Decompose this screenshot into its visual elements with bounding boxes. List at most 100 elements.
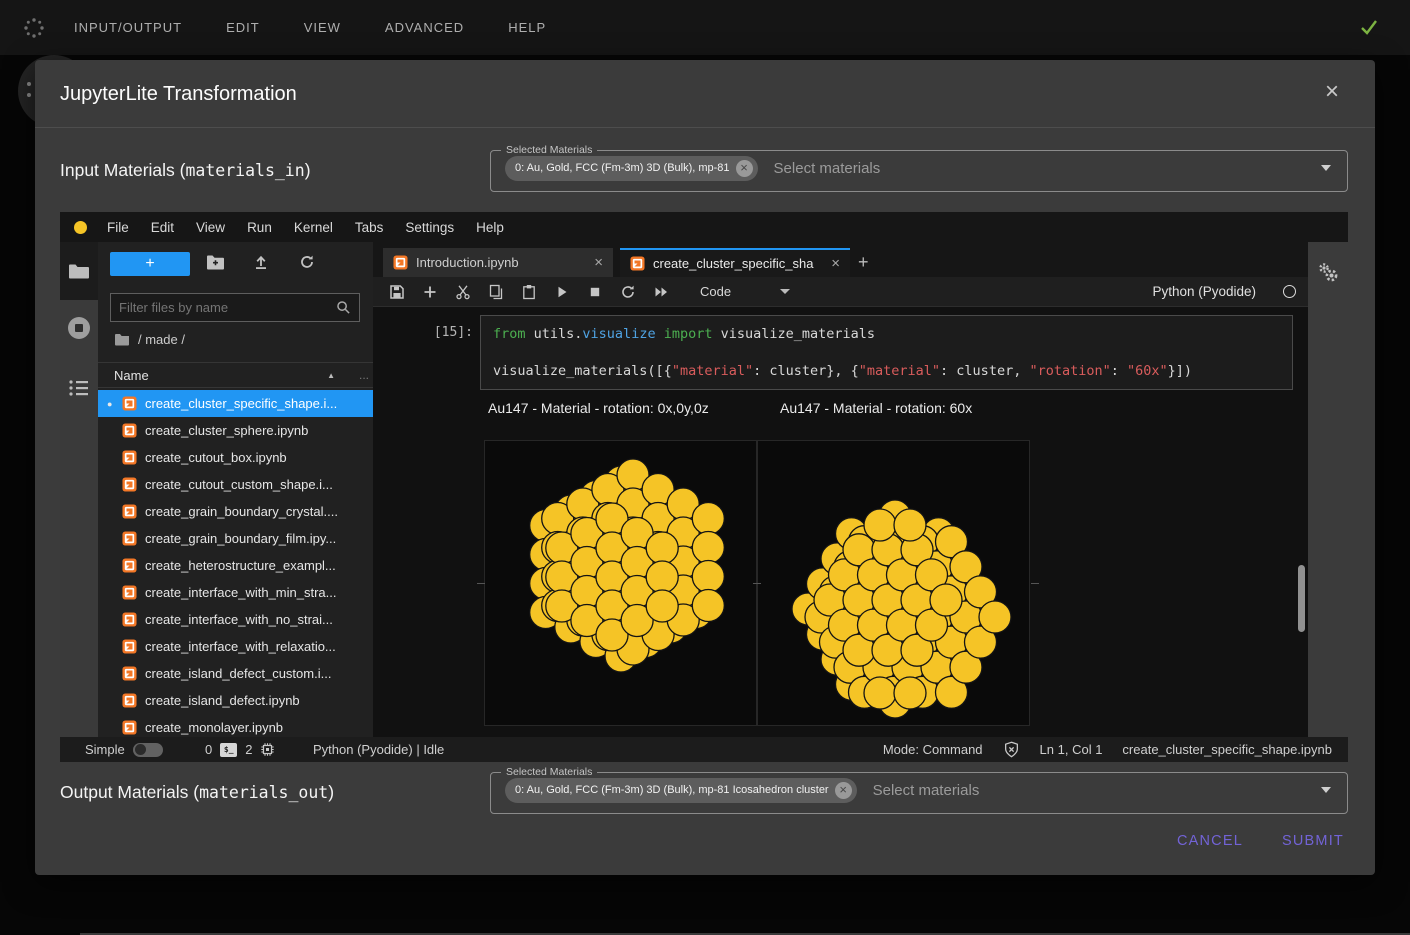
axis-tick	[753, 583, 761, 584]
copy-icon[interactable]	[488, 284, 504, 300]
search-icon	[336, 300, 351, 315]
chip-remove-icon[interactable]: ×	[736, 160, 753, 177]
file-item[interactable]: create_island_defect.ipynb	[98, 687, 373, 714]
notebook-icon	[393, 255, 408, 270]
app-menu-item-view[interactable]: VIEW	[304, 20, 341, 35]
file-item[interactable]: create_interface_with_relaxatio...	[98, 633, 373, 660]
jupyter-menubar: FileEditViewRunKernelTabsSettingsHelp	[60, 212, 1348, 242]
app-grid-icon[interactable]	[22, 16, 46, 40]
table-of-contents-tab[interactable]	[68, 377, 90, 399]
add-cell-icon[interactable]	[422, 284, 438, 300]
trust-shield-icon[interactable]	[1003, 741, 1020, 758]
file-browser-tab[interactable]	[60, 242, 98, 300]
file-item[interactable]: create_interface_with_min_stra...	[98, 579, 373, 606]
notebook-icon	[122, 396, 137, 411]
close-icon[interactable]: ×	[1325, 78, 1339, 106]
file-name: create_cluster_specific_shape.i...	[145, 396, 337, 411]
paste-icon[interactable]	[521, 284, 537, 300]
chevron-down-icon[interactable]	[1321, 165, 1331, 171]
select-materials-placeholder[interactable]: Select materials	[774, 160, 881, 177]
notebook-icon	[122, 423, 137, 438]
sort-caret-icon: ▲	[327, 371, 335, 380]
terminal-icon: $_	[220, 743, 237, 757]
cell-type-select[interactable]: Code	[700, 284, 731, 299]
toc-icon	[68, 377, 90, 399]
header-overflow: ...	[359, 368, 369, 382]
material-viewer-right[interactable]	[757, 440, 1030, 726]
file-name: create_cutout_custom_shape.i...	[145, 477, 333, 492]
notebook-icon	[122, 720, 137, 735]
name-column-header[interactable]: Name ▲ ...	[98, 362, 373, 388]
app-menu: INPUT/OUTPUT EDIT VIEW ADVANCED HELP	[74, 20, 546, 35]
simple-mode-toggle[interactable]	[133, 743, 163, 757]
filter-files-input[interactable]	[119, 300, 336, 315]
input-selected-materials-field[interactable]: Selected Materials 0: Au, Gold, FCC (Fm-…	[490, 144, 1348, 192]
dialog-title: JupyterLite Transformation	[60, 60, 297, 128]
jupyter-menu-item-view[interactable]: View	[185, 220, 236, 235]
settings-gears-icon[interactable]	[1317, 262, 1339, 284]
jupyterlite-transformation-dialog: JupyterLite Transformation × Input Mater…	[35, 60, 1375, 875]
cancel-button[interactable]: CANCEL	[1177, 833, 1243, 849]
save-icon[interactable]	[389, 284, 405, 300]
file-list: ●create_cluster_specific_shape.i...creat…	[98, 390, 373, 737]
gold-cluster-render	[758, 441, 1031, 727]
output-selected-materials-field[interactable]: Selected Materials 0: Au, Gold, FCC (Fm-…	[490, 766, 1348, 814]
material-chip[interactable]: 0: Au, Gold, FCC (Fm-3m) 3D (Bulk), mp-8…	[505, 156, 758, 181]
file-item[interactable]: create_interface_with_no_strai...	[98, 606, 373, 633]
file-item[interactable]: create_grain_boundary_crystal....	[98, 498, 373, 525]
statusbar-filename: create_cluster_specific_shape.ipynb	[1122, 742, 1332, 757]
cut-icon[interactable]	[455, 284, 471, 300]
jupyter-menu-item-file[interactable]: File	[96, 220, 140, 235]
filter-files-box[interactable]	[110, 293, 360, 322]
new-folder-icon[interactable]	[206, 254, 225, 270]
code-cell-editor[interactable]: from utils.visualize import visualize_ma…	[480, 315, 1293, 390]
app-menu-item-help[interactable]: HELP	[508, 20, 546, 35]
running-kernels-tab[interactable]	[66, 315, 92, 341]
new-launcher-button[interactable]: +	[110, 252, 190, 276]
breadcrumb[interactable]: / made /	[114, 332, 185, 347]
tab-create-cluster-specific-shape[interactable]: create_cluster_specific_sha ×	[620, 248, 850, 277]
chevron-down-icon[interactable]	[1321, 787, 1331, 793]
chip-remove-icon[interactable]: ×	[835, 782, 852, 799]
notebook-icon	[122, 666, 137, 681]
file-item[interactable]: ●create_cluster_specific_shape.i...	[98, 390, 373, 417]
select-materials-placeholder[interactable]: Select materials	[873, 782, 980, 799]
file-item[interactable]: create_cutout_custom_shape.i...	[98, 471, 373, 498]
jupyter-menu-item-help[interactable]: Help	[465, 220, 515, 235]
run-icon[interactable]	[554, 284, 570, 300]
gold-cluster-render	[485, 441, 758, 727]
jupyterlite-logo-icon	[74, 221, 87, 234]
chevron-down-icon[interactable]	[780, 289, 790, 294]
output-title-right: Au147 - Material - rotation: 60x	[780, 400, 972, 416]
submit-button[interactable]: SUBMIT	[1282, 833, 1344, 849]
tab-close-icon[interactable]: ×	[831, 255, 840, 272]
stop-icon[interactable]	[587, 284, 603, 300]
kernel-status-icon[interactable]	[1283, 285, 1296, 298]
tab-close-icon[interactable]: ×	[594, 254, 603, 271]
file-item[interactable]: create_cluster_sphere.ipynb	[98, 417, 373, 444]
add-tab-icon[interactable]: +	[858, 252, 869, 273]
upload-icon[interactable]	[253, 254, 269, 270]
refresh-icon[interactable]	[299, 254, 315, 270]
app-menu-item-advanced[interactable]: ADVANCED	[385, 20, 464, 35]
jupyterlite-widget: FileEditViewRunKernelTabsSettingsHelp	[60, 212, 1348, 762]
jupyter-menu-item-settings[interactable]: Settings	[394, 220, 465, 235]
material-chip[interactable]: 0: Au, Gold, FCC (Fm-3m) 3D (Bulk), mp-8…	[505, 778, 857, 803]
restart-kernel-icon[interactable]	[620, 284, 636, 300]
file-item[interactable]: create_cutout_box.ipynb	[98, 444, 373, 471]
tab-introduction[interactable]: Introduction.ipynb ×	[383, 248, 613, 277]
app-menu-item-input-output[interactable]: INPUT/OUTPUT	[74, 20, 182, 35]
material-viewer-left[interactable]	[484, 440, 757, 726]
kernel-name[interactable]: Python (Pyodide)	[1152, 284, 1256, 299]
file-item[interactable]: create_island_defect_custom.i...	[98, 660, 373, 687]
jupyter-menu-item-kernel[interactable]: Kernel	[283, 220, 344, 235]
jupyter-menu-item-edit[interactable]: Edit	[140, 220, 185, 235]
file-item[interactable]: create_grain_boundary_film.ipy...	[98, 525, 373, 552]
jupyter-menu-item-run[interactable]: Run	[236, 220, 283, 235]
scrollbar-thumb[interactable]	[1298, 565, 1305, 632]
file-item[interactable]: create_monolayer.ipynb	[98, 714, 373, 737]
app-menu-item-edit[interactable]: EDIT	[226, 20, 260, 35]
file-item[interactable]: create_heterostructure_exampl...	[98, 552, 373, 579]
run-all-icon[interactable]	[653, 284, 669, 300]
jupyter-menu-item-tabs[interactable]: Tabs	[344, 220, 395, 235]
